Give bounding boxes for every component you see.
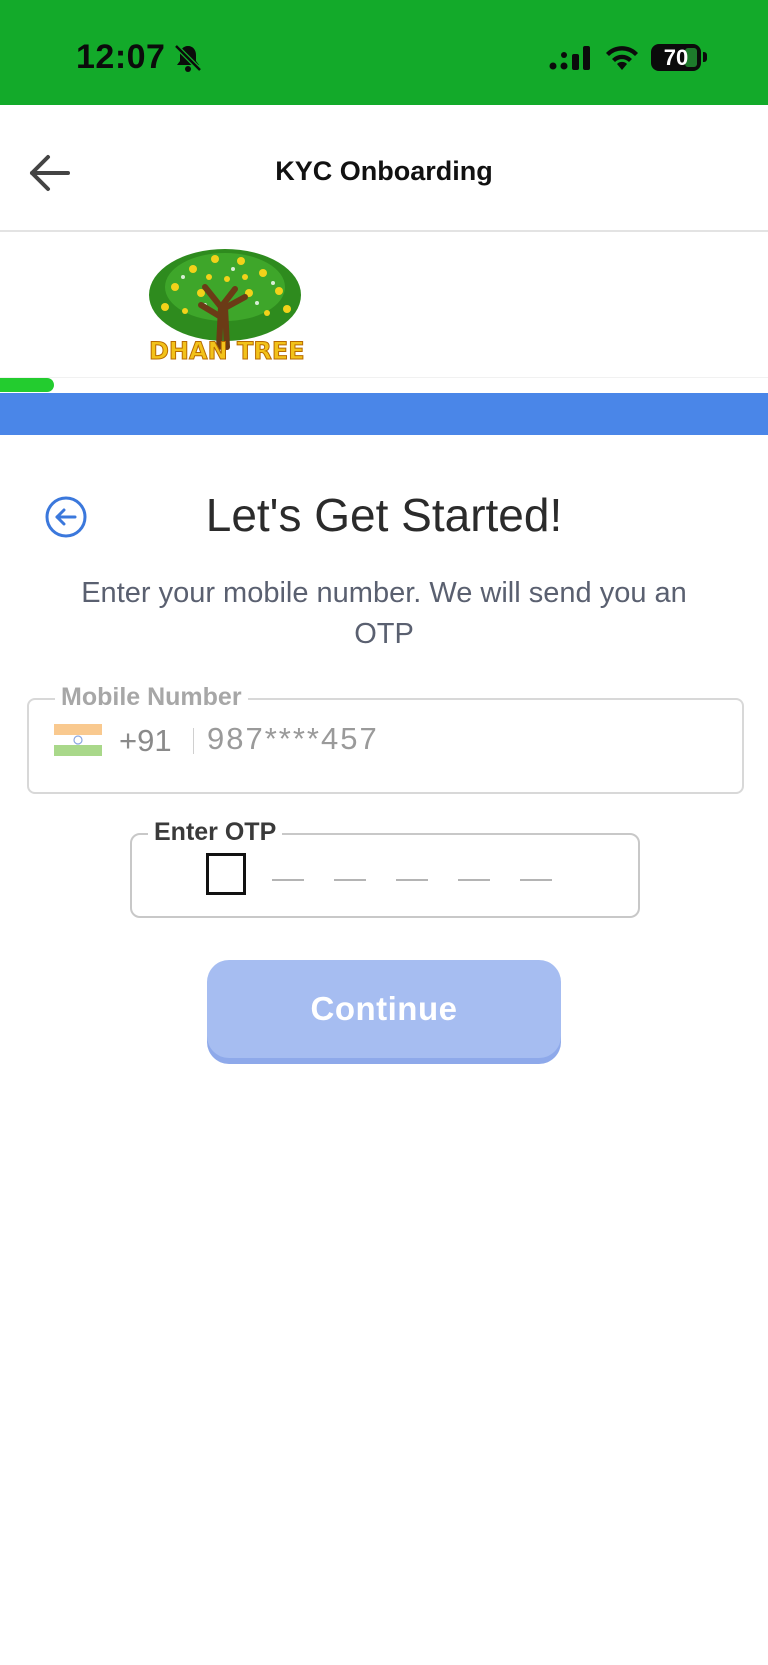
country-code[interactable]: +91 [119,723,172,759]
header-title: KYC Onboarding [275,156,493,186]
battery-icon: 70 [651,44,701,71]
progress-bar [0,378,768,392]
otp-digit-box[interactable] [330,853,370,895]
wifi-icon [606,46,638,70]
mobile-number-input[interactable]: 987****457 [207,721,379,757]
otp-digit-box[interactable] [392,853,432,895]
otp-field[interactable]: Enter OTP [130,818,640,918]
page-title: Let's Get Started! [205,489,563,541]
dhan-tree-logo: DHAN TREE [149,249,305,365]
otp-digit-box[interactable] [454,853,494,895]
continue-button[interactable]: Continue [207,960,561,1058]
blue-band [0,393,768,435]
mobile-number-label: Mobile Number [55,683,248,712]
signal-icon [549,46,590,70]
logo-band: DHAN TREE [0,232,768,378]
india-flag-icon [54,724,102,756]
battery-cap [703,52,707,62]
otp-label: Enter OTP [148,818,283,847]
mobile-number-field[interactable]: Mobile Number +91 987****457 [27,683,744,794]
svg-text:TREE: TREE [237,337,305,365]
status-bar: 12:07 70 [0,0,768,105]
otp-digit-box[interactable] [268,853,308,895]
svg-text:DHAN: DHAN [149,337,228,365]
status-time: 12:07 [76,38,166,76]
battery-level: 70 [663,45,689,70]
progress-fill [0,378,54,392]
app-header: KYC Onboarding [0,105,768,232]
otp-digit-box[interactable] [516,853,556,895]
bell-slash-icon [174,44,202,72]
field-divider [193,728,194,754]
otp-digit-box[interactable] [206,853,246,895]
page-subtitle: Enter your mobile number. We will send y… [81,577,687,650]
